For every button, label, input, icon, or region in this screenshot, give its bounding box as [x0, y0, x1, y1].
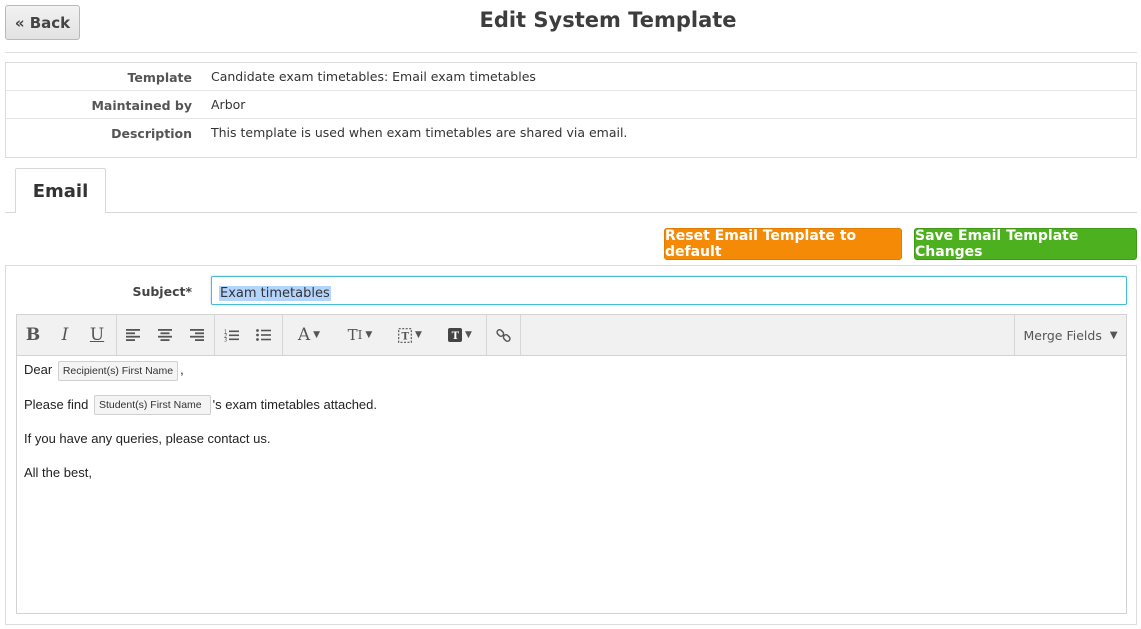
email-form-panel: Subject* Exam timetables B I U 1 2 3 A ▼…: [5, 265, 1137, 625]
editor-line: If you have any queries, please contact …: [24, 431, 271, 447]
merge-field-tag[interactable]: Recipient(s) First Name: [57, 360, 179, 381]
info-label: Template: [127, 70, 193, 85]
bold-icon[interactable]: B: [17, 315, 49, 355]
info-label: Description: [111, 126, 192, 141]
rich-text-editor: B I U 123 A ▼ T I ▼ T ▼ T ▼ Merge Fields…: [16, 314, 1127, 614]
tab-active-gap: [16, 211, 105, 214]
format-icon[interactable]: T ▼: [385, 315, 435, 355]
toolbar-group-text-style: B I U: [17, 315, 117, 355]
template-info-table: Template Candidate exam timetables: Emai…: [5, 62, 1137, 158]
toolbar-group-align: [117, 315, 215, 355]
info-row-maintained-by: Maintained by Arbor: [6, 91, 1136, 119]
editor-text: Dear: [24, 362, 53, 377]
info-value: This template is used when exam timetabl…: [211, 125, 628, 140]
link-icon[interactable]: [487, 315, 519, 355]
align-left-icon[interactable]: [117, 315, 149, 355]
font-color-icon[interactable]: A ▼: [283, 315, 335, 355]
align-center-icon[interactable]: [149, 315, 181, 355]
info-value: Arbor: [211, 97, 246, 112]
ordered-list-icon[interactable]: 123: [215, 315, 247, 355]
editor-text: ,: [180, 362, 184, 377]
editor-line: Dear Recipient(s) First Name,: [24, 360, 1119, 381]
info-row-template: Template Candidate exam timetables: Emai…: [6, 63, 1136, 91]
text-style-icon[interactable]: T ▼: [435, 315, 485, 355]
info-value: Candidate exam timetables: Email exam ti…: [211, 69, 536, 84]
editor-text: Please find: [24, 396, 89, 412]
underline-icon[interactable]: U: [81, 315, 113, 355]
editor-text: 's exam timetables attached.: [212, 396, 377, 412]
save-template-button[interactable]: Save Email Template Changes: [914, 228, 1137, 260]
tab-bar-divider: [5, 212, 1137, 213]
merge-fields-dropdown[interactable]: Merge Fields ▼: [1014, 315, 1126, 355]
italic-icon[interactable]: I: [49, 315, 81, 355]
editor-line: All the best,: [24, 465, 92, 481]
toolbar-group-link: [487, 315, 521, 355]
editor-line: Please find Student(s) First Name's exam…: [24, 395, 1119, 416]
svg-text:3: 3: [224, 337, 227, 342]
merge-field-tag[interactable]: Student(s) First Name: [93, 395, 211, 416]
subject-label: Subject*: [132, 284, 192, 299]
editor-toolbar: B I U 123 A ▼ T I ▼ T ▼ T ▼ Merge Fields…: [17, 315, 1126, 356]
toolbar-group-lists: 123: [215, 315, 283, 355]
editor-content[interactable]: Dear Recipient(s) First Name, Please fin…: [17, 356, 1126, 613]
align-right-icon[interactable]: [181, 315, 213, 355]
header-divider: [5, 52, 1137, 53]
merge-fields-label: Merge Fields: [1023, 327, 1102, 343]
info-label: Maintained by: [91, 98, 192, 113]
unordered-list-icon[interactable]: [247, 315, 279, 355]
font-size-icon[interactable]: T I ▼: [335, 315, 385, 355]
svg-text:T: T: [402, 331, 410, 342]
reset-template-button[interactable]: Reset Email Template to default: [664, 228, 902, 260]
info-row-description: Description This template is used when e…: [6, 119, 1136, 157]
subject-input[interactable]: Exam timetables: [211, 276, 1127, 305]
page-title: Edit System Template: [479, 8, 737, 32]
chevron-down-icon: ▼: [1109, 329, 1118, 341]
tab-email[interactable]: Email: [15, 168, 106, 213]
svg-text:T: T: [452, 331, 460, 342]
subject-input-value: Exam timetables: [219, 286, 331, 301]
toolbar-group-format: A ▼ T I ▼ T ▼ T ▼: [283, 315, 487, 355]
